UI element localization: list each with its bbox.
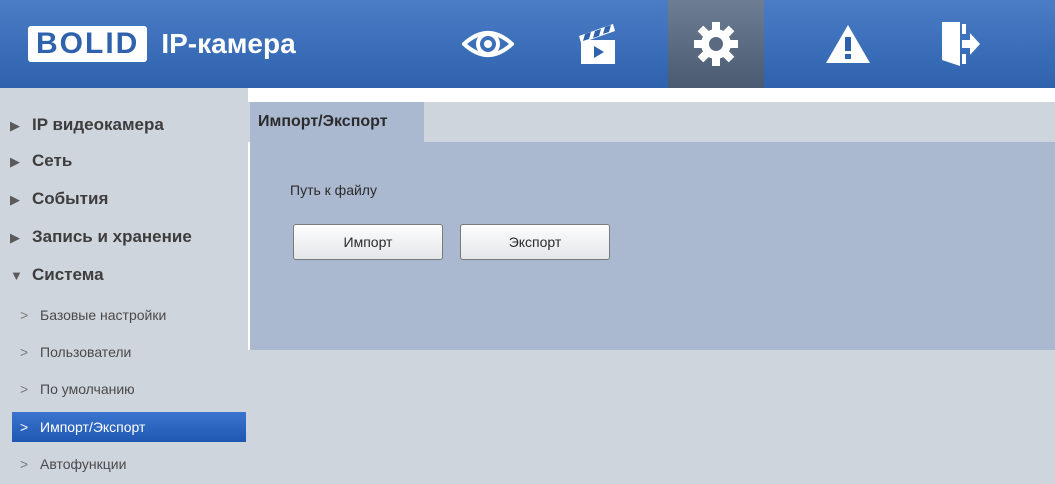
tab-import-export[interactable]: Импорт/Экспорт [250,102,424,142]
sidebar-section-network[interactable]: ▶ Сеть [10,146,72,176]
sidebar-item-import-export[interactable]: > Импорт/Экспорт [12,412,246,442]
chevron-right-icon: > [20,381,29,397]
sidebar-section-label: IP видеокамера [32,115,164,134]
logo-mark: BOLID [28,26,148,62]
sidebar-section-label: Запись и хранение [32,227,192,246]
triangle-right-icon: ▶ [10,230,20,245]
sidebar-item-basic-settings[interactable]: > Базовые настройки [12,300,246,330]
logout-icon [942,22,980,66]
export-button[interactable]: Экспорт [460,224,610,260]
nav-live-view[interactable] [440,0,536,88]
nav-logout[interactable] [912,0,1008,88]
nav-playback[interactable] [550,0,646,88]
triangle-down-icon: ▼ [10,268,23,283]
product-title: IP-камера [161,28,296,59]
sidebar-section-storage[interactable]: ▶ Запись и хранение [10,222,192,252]
sidebar: ▶ IP видеокамера ▶ Сеть ▶ События ▶ Запись и… [0,88,248,484]
gear-icon [694,22,738,66]
sidebar-item-label: Пользователи [40,344,132,360]
sidebar-section-ip-camera[interactable]: ▶ IP видеокамера [10,110,164,140]
sidebar-section-label: Система [32,265,104,284]
triangle-right-icon: ▶ [10,118,20,133]
sidebar-section-label: Сеть [32,151,73,170]
chevron-right-icon: > [20,419,29,435]
sidebar-item-auto-functions[interactable]: > Автофункции [12,449,246,479]
sidebar-item-label: Базовые настройки [40,307,167,323]
sidebar-item-label: Автофункции [40,456,127,472]
import-button[interactable]: Импорт [293,224,443,260]
eye-icon [462,31,514,57]
triangle-right-icon: ▶ [10,192,20,207]
logo: BOLID IP-камера [28,22,296,66]
chevron-right-icon: > [20,456,29,472]
sidebar-item-users[interactable]: > Пользователи [12,337,246,367]
sidebar-item-label: Импорт/Экспорт [40,419,146,435]
nav-alarm[interactable] [800,0,896,88]
nav-settings[interactable] [668,0,764,88]
sidebar-section-events[interactable]: ▶ События [10,184,108,214]
file-path-label: Путь к файлу [290,182,377,198]
top-bar: BOLID IP-камера [0,0,1055,88]
triangle-right-icon: ▶ [10,154,20,169]
warning-icon [826,25,870,63]
sidebar-item-defaults[interactable]: > По умолчанию [12,374,246,404]
clapperboard-icon [579,24,615,64]
sidebar-item-label: По умолчанию [40,381,135,397]
chevron-right-icon: > [20,344,29,360]
sidebar-section-label: События [32,189,109,208]
panel-footer-area [248,350,1055,484]
sidebar-section-system[interactable]: ▼ Система [10,260,104,290]
chevron-right-icon: > [20,307,29,323]
